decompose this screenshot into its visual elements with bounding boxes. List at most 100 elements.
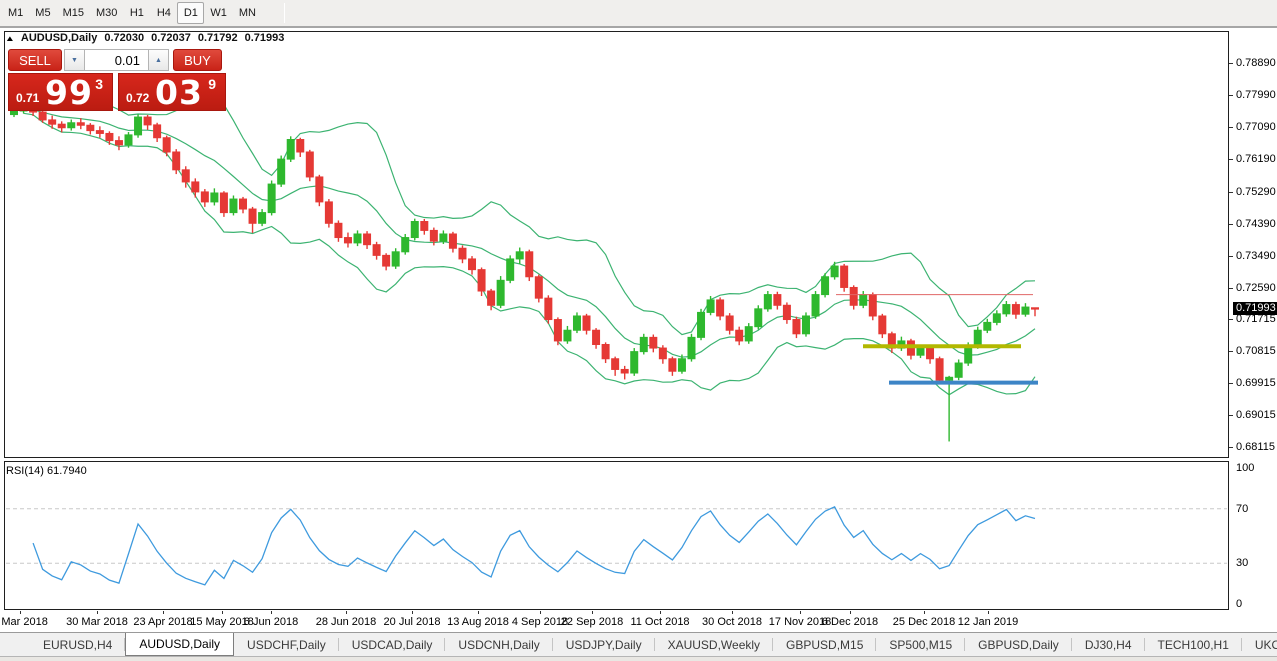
timeframe-button-d1[interactable]: D1 xyxy=(177,2,204,24)
date-axis-label: 4 Sep 2018 xyxy=(512,616,568,628)
timeframe-button-w1[interactable]: W1 xyxy=(204,2,233,24)
date-axis-tick xyxy=(163,611,164,614)
chart-tab-ukoil[interactable]: UKOil,H1 xyxy=(1242,633,1277,656)
status-bar-edge xyxy=(0,656,1277,661)
date-axis-label: 28 Jun 2018 xyxy=(316,616,377,628)
date-axis-label: 6 Jun 2018 xyxy=(244,616,298,628)
timeframe-button-m15[interactable]: M15 xyxy=(57,2,90,24)
date-axis-label: 22 Sep 2018 xyxy=(561,616,623,628)
date-axis-tick xyxy=(988,611,989,614)
price-axis-label: 0.77990 xyxy=(1236,89,1276,101)
chart-low-value: 0.71792 xyxy=(198,32,238,44)
one-click-trading-arrow-icon[interactable]: ▲ xyxy=(5,34,15,43)
chart-area[interactable]: ▲ AUDUSD,Daily 0.72030 0.72037 0.71792 0… xyxy=(0,28,1277,632)
price-axis[interactable]: 0.788900.779900.770900.761900.752900.743… xyxy=(1229,28,1277,632)
buy-price-big: 03 xyxy=(155,73,203,112)
price-axis-tick xyxy=(1229,447,1233,448)
price-axis-tick xyxy=(1229,159,1233,160)
date-axis-tick xyxy=(97,611,98,614)
chart-tab-usdcad[interactable]: USDCAD,Daily xyxy=(339,633,446,656)
date-axis-label: 23 Apr 2018 xyxy=(133,616,192,628)
timeframe-button-h4[interactable]: H4 xyxy=(150,2,177,24)
price-chart-canvas[interactable] xyxy=(4,31,1229,611)
price-axis-label: 0.70815 xyxy=(1236,345,1276,357)
price-axis-tick xyxy=(1229,224,1233,225)
date-axis-tick xyxy=(660,611,661,614)
sell-price-big: 99 xyxy=(45,73,93,112)
chart-symbol-label: AUDUSD,Daily xyxy=(21,32,97,44)
trading-terminal-window: M1M5M15M30H1H4D1W1MN ▲ AUDUSD,Daily 0.72… xyxy=(0,0,1277,661)
price-axis-label: 0.76190 xyxy=(1236,153,1276,165)
current-price-label: 0.71993 xyxy=(1233,302,1277,315)
date-axis-tick xyxy=(478,611,479,614)
chart-high-value: 0.72037 xyxy=(151,32,191,44)
date-axis-tick xyxy=(346,611,347,614)
date-axis-tick xyxy=(592,611,593,614)
date-axis-tick xyxy=(924,611,925,614)
timeframe-button-m1[interactable]: M1 xyxy=(2,2,29,24)
rsi-axis-label: 0 xyxy=(1236,598,1242,610)
price-axis-label: 0.77090 xyxy=(1236,121,1276,133)
price-axis-tick xyxy=(1229,415,1233,416)
date-axis-label: 6 Dec 2018 xyxy=(822,616,878,628)
chart-tab-gbpusd[interactable]: GBPUSD,Daily xyxy=(965,633,1072,656)
chart-tab-dj30[interactable]: DJ30,H4 xyxy=(1072,633,1145,656)
volume-increase-button[interactable]: ▲ xyxy=(148,49,169,71)
date-axis-tick xyxy=(20,611,21,614)
chevron-down-icon: ▼ xyxy=(71,57,78,64)
volume-decrease-button[interactable]: ▼ xyxy=(64,49,85,71)
price-axis-label: 0.69015 xyxy=(1236,409,1276,421)
chart-tab-bar: EURUSD,H4AUDUSD,DailyUSDCHF,DailyUSDCAD,… xyxy=(0,632,1277,656)
price-axis-tick xyxy=(1229,192,1233,193)
date-axis-label: 30 Mar 2018 xyxy=(66,616,128,628)
date-axis-tick xyxy=(412,611,413,614)
chart-tab-tech100[interactable]: TECH100,H1 xyxy=(1145,633,1242,656)
price-axis-label: 0.73490 xyxy=(1236,250,1276,262)
chart-tab-usdchf[interactable]: USDCHF,Daily xyxy=(234,633,339,656)
price-axis-label: 0.78890 xyxy=(1236,57,1276,69)
buy-price-tile[interactable]: 0.72 03 9 xyxy=(118,73,226,111)
date-axis-label: 8 Mar 2018 xyxy=(0,616,48,628)
timeframe-button-h1[interactable]: H1 xyxy=(123,2,150,24)
date-axis-label: 25 Dec 2018 xyxy=(893,616,955,628)
chart-tab-gbpusd[interactable]: GBPUSD,M15 xyxy=(773,633,876,656)
price-axis-tick xyxy=(1229,319,1233,320)
chart-tab-eurusd[interactable]: EURUSD,H4 xyxy=(30,633,125,656)
price-axis-tick xyxy=(1229,288,1233,289)
date-axis-tick xyxy=(222,611,223,614)
price-axis-tick xyxy=(1229,95,1233,96)
timeframe-button-m5[interactable]: M5 xyxy=(29,2,56,24)
price-axis-label: 0.74390 xyxy=(1236,218,1276,230)
chevron-up-icon: ▲ xyxy=(155,57,162,64)
timeframe-button-mn[interactable]: MN xyxy=(233,2,262,24)
date-axis-tick xyxy=(271,611,272,614)
sell-price-tile[interactable]: 0.71 99 3 xyxy=(8,73,113,111)
date-axis-tick xyxy=(850,611,851,614)
timeframe-button-m30[interactable]: M30 xyxy=(90,2,123,24)
chart-tab-sp500[interactable]: SP500,M15 xyxy=(876,633,965,656)
price-axis-label: 0.68115 xyxy=(1236,441,1275,453)
price-axis-tick xyxy=(1229,383,1233,384)
chart-tab-audusd[interactable]: AUDUSD,Daily xyxy=(125,633,234,656)
buy-price-prefix: 0.72 xyxy=(126,91,149,105)
chart-open-value: 0.72030 xyxy=(104,32,144,44)
date-axis-label: 30 Oct 2018 xyxy=(702,616,762,628)
price-axis-tick xyxy=(1229,63,1233,64)
price-axis-tick xyxy=(1229,127,1233,128)
date-axis-tick xyxy=(800,611,801,614)
price-axis-label: 0.72590 xyxy=(1236,282,1276,294)
chart-close-value: 0.71993 xyxy=(245,32,285,44)
date-axis-label: 11 Oct 2018 xyxy=(630,616,689,628)
chart-tab-xauusd[interactable]: XAUUSD,Weekly xyxy=(655,633,773,656)
sell-button[interactable]: SELL xyxy=(8,49,62,71)
one-click-trading-panel: SELL ▼ ▲ BUY 0.71 99 3 0.72 03 9 xyxy=(8,49,226,111)
chart-tab-usdjpy[interactable]: USDJPY,Daily xyxy=(553,633,655,656)
buy-button[interactable]: BUY xyxy=(173,49,222,71)
volume-input[interactable] xyxy=(85,49,148,71)
price-axis-tick xyxy=(1229,256,1233,257)
sell-price-prefix: 0.71 xyxy=(16,91,39,105)
date-axis[interactable]: 8 Mar 201830 Mar 201823 Apr 201815 May 2… xyxy=(4,611,1229,632)
buy-price-sup: 9 xyxy=(208,76,216,92)
chart-tab-usdcnh[interactable]: USDCNH,Daily xyxy=(445,633,552,656)
rsi-axis-label: 70 xyxy=(1236,503,1248,515)
